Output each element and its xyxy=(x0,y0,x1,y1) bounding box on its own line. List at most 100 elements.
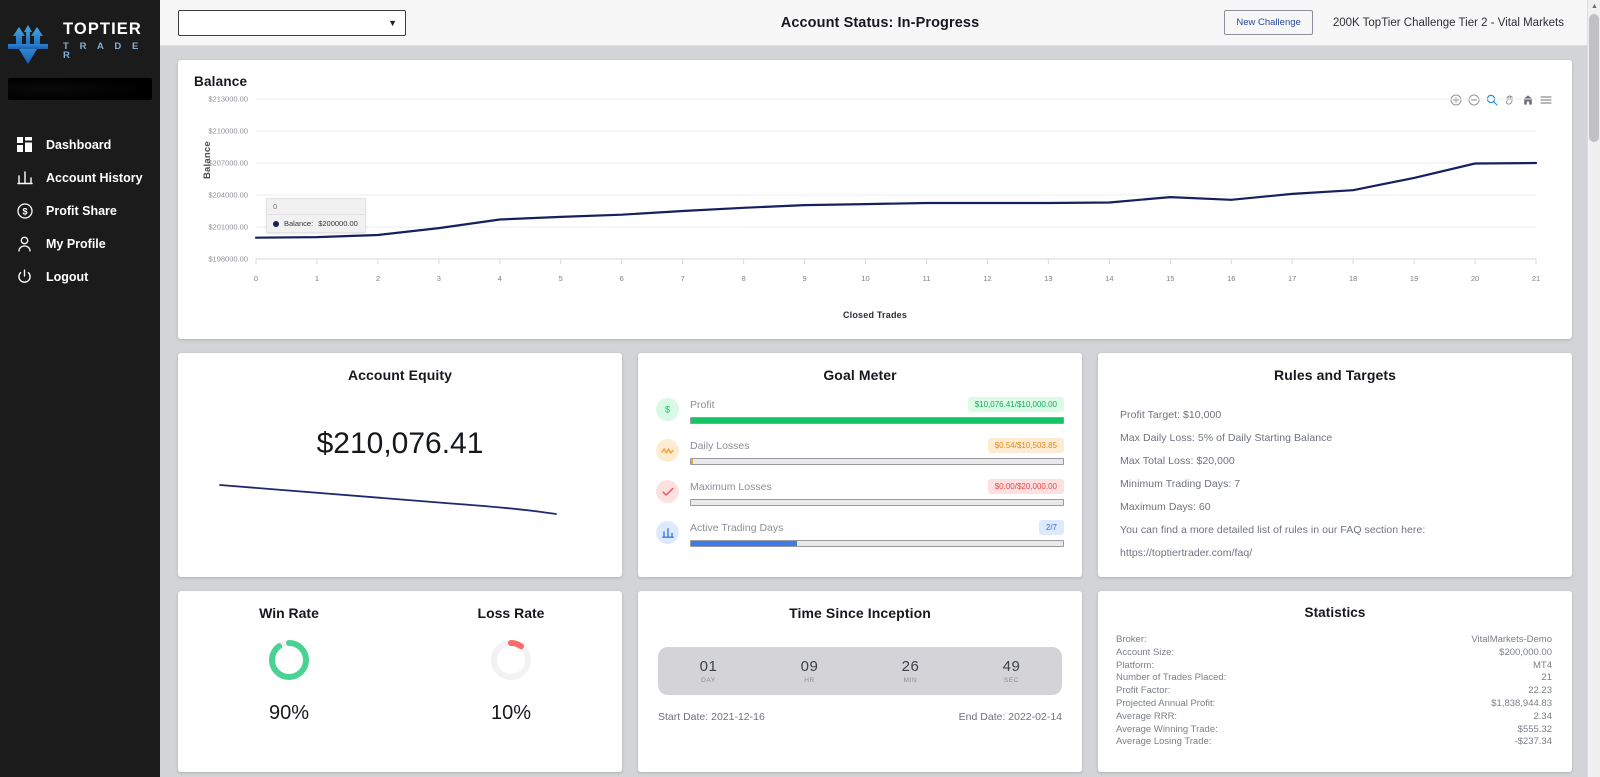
goal-meter-badge: $0.00/$20,000.00 xyxy=(988,479,1064,494)
brand-logo[interactable]: TOPTIER T R A D E R xyxy=(0,0,160,74)
svg-text:7: 7 xyxy=(681,274,685,283)
app-root: TOPTIER T R A D E R Dashboard xyxy=(0,0,1600,777)
svg-text:18: 18 xyxy=(1349,274,1357,283)
page-scrollbar[interactable]: ▲ xyxy=(1587,0,1600,777)
goal-meter-badge: 2/7 xyxy=(1039,520,1064,535)
challenge-name-label: 200K TopTier Challenge Tier 2 - Vital Ma… xyxy=(1333,17,1582,29)
sidebar-item-account-history[interactable]: Account History xyxy=(0,161,160,194)
svg-text:4: 4 xyxy=(498,274,502,283)
loss-rate-value: 10% xyxy=(400,702,622,725)
statistics-label: Broker: xyxy=(1116,634,1147,647)
svg-text:10: 10 xyxy=(861,274,869,283)
topbar: ▼ Account Status: In-Progress New Challe… xyxy=(160,0,1600,46)
redacted-user-name xyxy=(8,78,152,100)
statistics-value: VitalMarkets-Demo xyxy=(1471,634,1552,647)
goal-meter-progress-fill xyxy=(691,541,797,546)
sidebar-item-profit-share[interactable]: $ Profit Share xyxy=(0,194,160,227)
dashboard-row-3: Win Rate 90% Loss Rate xyxy=(178,591,1572,772)
goal-meter-progress-fill xyxy=(691,418,1063,423)
statistics-row: Profit Factor:22.23 xyxy=(1116,685,1552,698)
timer-cell: 26 MIN xyxy=(860,658,961,684)
sidebar-item-label: Account History xyxy=(46,171,143,185)
toptier-logo-icon xyxy=(0,14,56,68)
end-date-label: End Date: 2022-02-14 xyxy=(959,711,1062,723)
goal-meter-label: Profit xyxy=(690,399,715,411)
sidebar-item-dashboard[interactable]: Dashboard xyxy=(0,128,160,161)
scrollbar-thumb[interactable] xyxy=(1589,14,1599,142)
svg-text:$210000.00: $210000.00 xyxy=(208,127,248,136)
rule-line: Maximum Days: 60 xyxy=(1120,501,1552,513)
goal-meter-label: Active Trading Days xyxy=(690,522,783,534)
statistics-row: Average Losing Trade:-$237.34 xyxy=(1116,736,1552,749)
rules-and-targets-card: Rules and Targets Profit Target: $10,000… xyxy=(1098,353,1572,577)
timer-unit: DAY xyxy=(658,677,759,684)
sidebar-item-label: Dashboard xyxy=(46,138,111,152)
time-since-inception-title: Time Since Inception xyxy=(638,591,1082,621)
sidebar-item-label: My Profile xyxy=(46,237,106,251)
svg-text:$: $ xyxy=(665,405,670,415)
win-loss-rate-card: Win Rate 90% Loss Rate xyxy=(178,591,622,772)
goal-meter-row: Daily Losses $0.54/$10,503.85 xyxy=(656,438,1064,465)
timer-value: 26 xyxy=(860,658,961,675)
faq-link[interactable]: https://toptiertrader.com/faq/ xyxy=(1120,547,1552,559)
rule-line: Max Total Loss: $20,000 xyxy=(1120,455,1552,467)
statistics-label: Platform: xyxy=(1116,660,1154,673)
goal-meter-progress-bar xyxy=(690,540,1064,547)
goal-meter-progress-bar xyxy=(690,499,1064,506)
rule-line: You can find a more detailed list of rul… xyxy=(1120,524,1552,536)
statistics-label: Projected Annual Profit: xyxy=(1116,698,1215,711)
statistics-label: Account Size: xyxy=(1116,647,1174,660)
svg-text:16: 16 xyxy=(1227,274,1235,283)
svg-text:0: 0 xyxy=(254,274,258,283)
statistics-row: Average Winning Trade: $555.32 xyxy=(1116,724,1552,737)
start-date-label: Start Date: 2021-12-16 xyxy=(658,711,765,723)
statistics-label: Number of Trades Placed: xyxy=(1116,672,1226,685)
svg-text:17: 17 xyxy=(1288,274,1296,283)
brand-name-top: TOPTIER xyxy=(63,21,160,38)
sidebar-item-my-profile[interactable]: My Profile xyxy=(0,227,160,260)
chart-tooltip-value: $200000.00 xyxy=(318,219,358,228)
balance-chart-plot[interactable]: Balance $198000.00$201000.00$204000.00$2… xyxy=(194,91,1556,316)
svg-text:$201000.00: $201000.00 xyxy=(208,223,248,232)
svg-text:20: 20 xyxy=(1471,274,1479,283)
account-select[interactable]: ▼ xyxy=(178,10,406,36)
chart-tooltip-header: 0 xyxy=(267,199,365,215)
goal-meter-progress-bar xyxy=(690,458,1064,465)
svg-text:9: 9 xyxy=(802,274,806,283)
goal-meter-label: Daily Losses xyxy=(690,440,750,452)
balance-chart-card: Balance xyxy=(178,60,1572,339)
goal-meter-row: $Profit$10,076.41/$10,000.00 xyxy=(656,397,1064,424)
statistics-label: Average Winning Trade: xyxy=(1116,724,1218,737)
timer-unit: HR xyxy=(759,677,860,684)
statistics-value: MT4 xyxy=(1533,660,1552,673)
svg-text:21: 21 xyxy=(1532,274,1540,283)
dollar-icon: $ xyxy=(656,398,679,421)
scroll-up-arrow-icon[interactable]: ▲ xyxy=(1591,3,1598,10)
svg-text:$213000.00: $213000.00 xyxy=(208,95,248,104)
svg-text:13: 13 xyxy=(1044,274,1052,283)
time-since-inception-card: Time Since Inception 01DAY09HR26MIN49SEC… xyxy=(638,591,1082,772)
chevron-down-icon: ▼ xyxy=(388,18,397,28)
goal-meter-list: $Profit$10,076.41/$10,000.00Daily Losses… xyxy=(638,383,1082,547)
dollar-coin-icon: $ xyxy=(16,202,33,219)
chart-tooltip-series: Balance: xyxy=(284,219,313,228)
statistics-row: Number of Trades Placed:21 xyxy=(1116,672,1552,685)
loss-rate-block: Loss Rate 10% xyxy=(400,591,622,725)
loss-rate-title: Loss Rate xyxy=(400,591,622,621)
goal-meter-badge: $0.54/$10,503.85 xyxy=(988,438,1064,453)
statistics-row: Average RRR:2.34 xyxy=(1116,711,1552,724)
account-equity-title: Account Equity xyxy=(178,353,622,383)
new-challenge-button[interactable]: New Challenge xyxy=(1224,10,1312,35)
dashboard-content: Balance xyxy=(160,46,1600,777)
statistics-value: 2.34 xyxy=(1534,711,1553,724)
bar-chart-icon xyxy=(656,521,679,544)
statistics-row: Platform: MT4 xyxy=(1116,660,1552,673)
sidebar-item-label: Profit Share xyxy=(46,204,117,218)
timer-unit: MIN xyxy=(860,677,961,684)
timer-value: 09 xyxy=(759,658,860,675)
sidebar-item-logout[interactable]: Logout xyxy=(0,260,160,293)
sidebar-item-label: Logout xyxy=(46,270,88,284)
series-color-dot xyxy=(273,221,279,227)
power-icon xyxy=(16,268,33,285)
statistics-value: $555.32 xyxy=(1518,724,1552,737)
